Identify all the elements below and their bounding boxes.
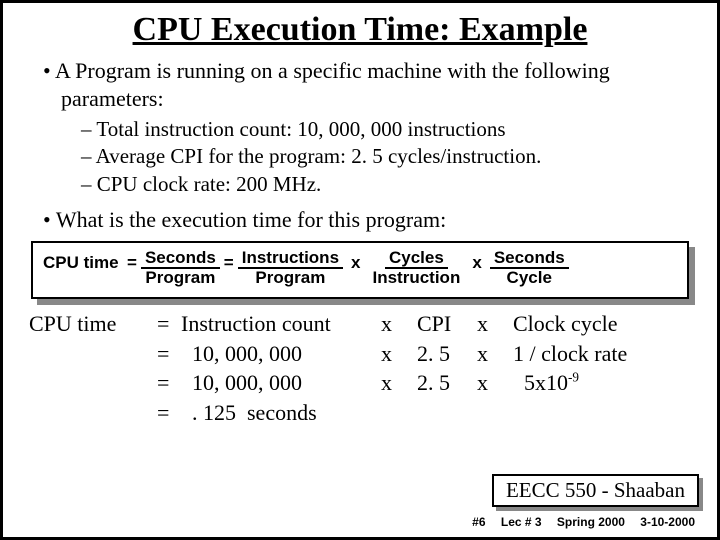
calc-row: CPU time = Instruction count x CPI x Clo… (29, 309, 695, 339)
fraction-instructions-program: Instructions Program (238, 249, 343, 287)
param-list: Total instruction count: 10, 000, 000 in… (81, 116, 695, 198)
fraction-seconds-cycle: Seconds Cycle (490, 249, 569, 287)
fraction-cycles-instruction: Cycles Instruction (369, 249, 465, 287)
param-item: CPU clock rate: 200 MHz. (81, 171, 695, 198)
calculation-block: CPU time = Instruction count x CPI x Clo… (29, 309, 695, 428)
meta-term: Spring 2000 (557, 515, 625, 529)
equals: = (127, 249, 137, 273)
calc-row: = . 125 seconds (29, 398, 695, 428)
meta-date: 3-10-2000 (640, 515, 695, 529)
calc-row: = 10, 000, 000 x 2. 5 x 1 / clock rate (29, 339, 695, 369)
sci-notation: 5x10-9 (513, 368, 579, 398)
formula-box: CPU time = Seconds Program = Instruction… (31, 241, 689, 299)
param-item: Average CPI for the program: 2. 5 cycles… (81, 143, 695, 170)
question-bullet: What is the execution time for this prog… (43, 206, 695, 234)
footer-text: EECC 550 - Shaaban (492, 474, 699, 507)
calc-row: = 10, 000, 000 x 2. 5 x 5x10-9 (29, 368, 695, 398)
meta-slide-number: #6 (472, 515, 485, 529)
param-item: Total instruction count: 10, 000, 000 in… (81, 116, 695, 143)
equals: = (224, 249, 234, 273)
meta-lecture: Lec # 3 (501, 515, 542, 529)
fraction-seconds-program: Seconds Program (141, 249, 220, 287)
slide-title: CPU Execution Time: Example (25, 11, 695, 49)
slide: CPU Execution Time: Example A Program is… (0, 0, 720, 540)
multiply: x (472, 249, 481, 273)
intro-bullet: A Program is running on a specific machi… (43, 57, 695, 112)
slide-meta: #6 Lec # 3 Spring 2000 3-10-2000 (460, 515, 695, 529)
multiply: x (351, 249, 360, 273)
formula-lhs: CPU time (43, 249, 123, 273)
footer-box: EECC 550 - Shaaban (492, 474, 699, 507)
